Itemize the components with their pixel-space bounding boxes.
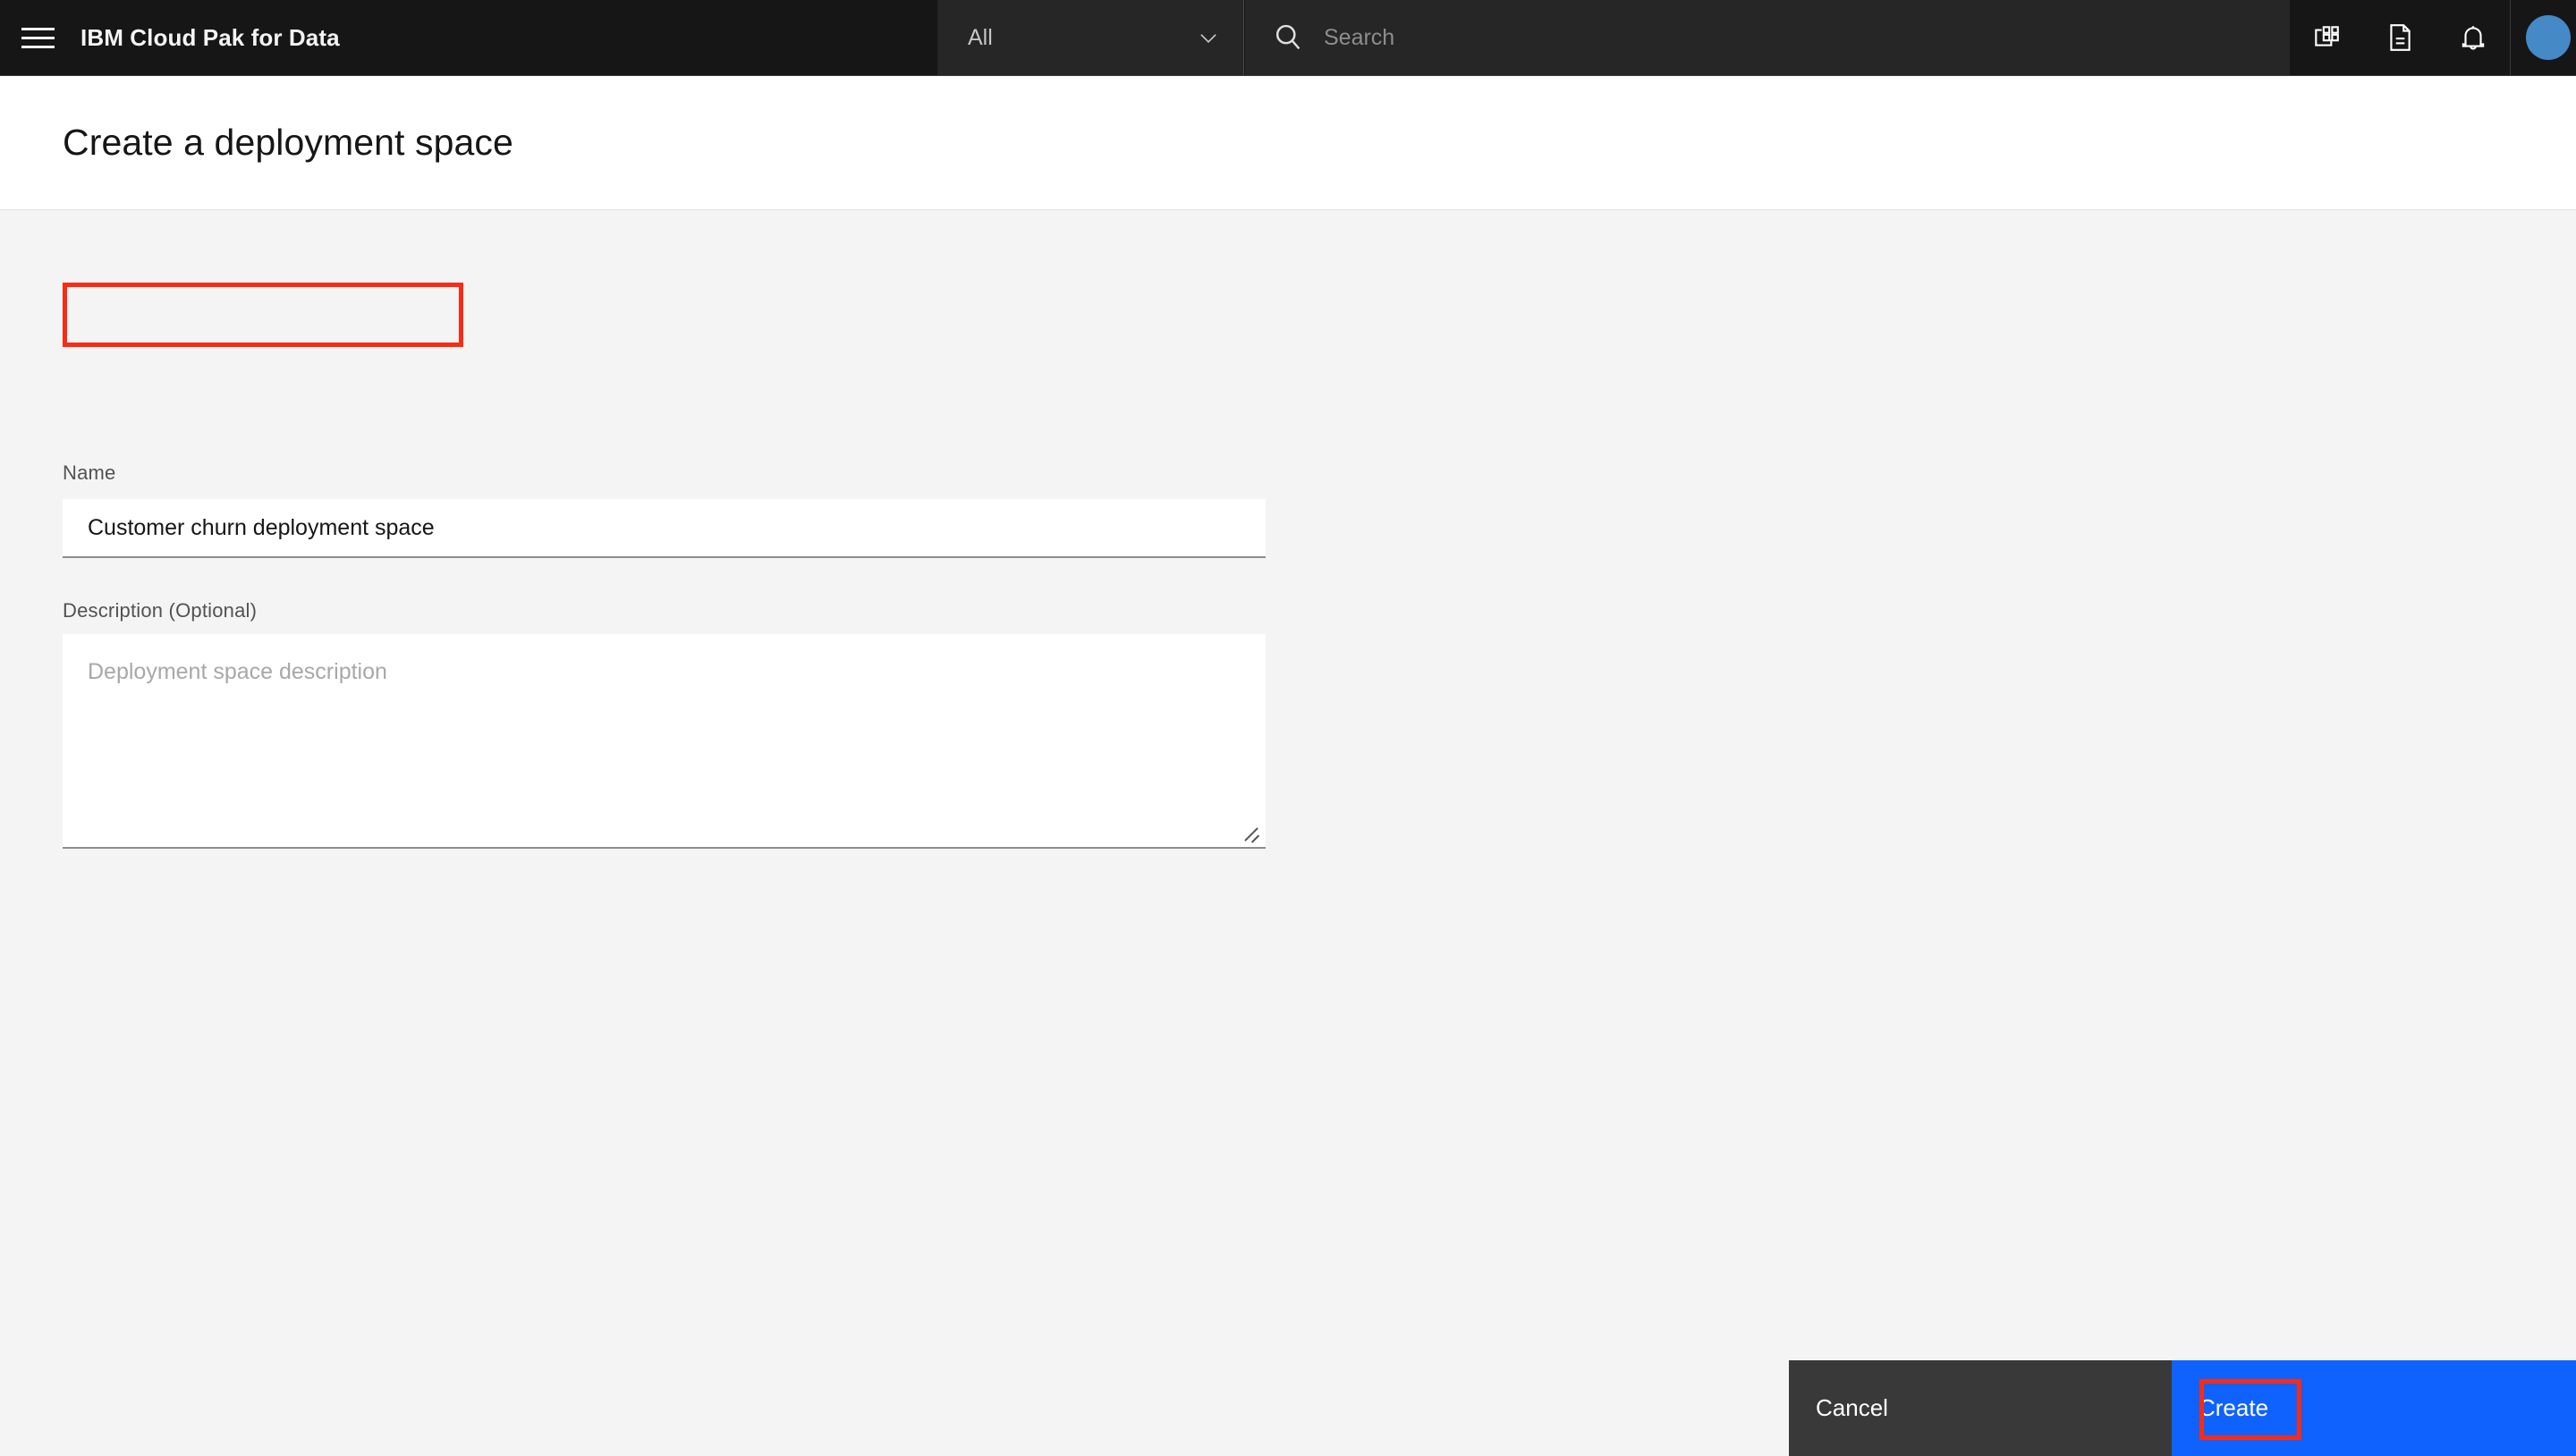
app-switcher-button[interactable] [2290, 0, 2363, 75]
header-action-icons [2290, 0, 2576, 75]
app-switcher-icon [2315, 26, 2339, 47]
name-input[interactable] [63, 499, 1266, 556]
chevron-down-icon [1200, 34, 1216, 44]
search-scope-value: All [968, 24, 993, 50]
document-icon [2390, 24, 2411, 51]
description-field-label: Description (Optional) [63, 599, 258, 622]
search-input[interactable] [1324, 20, 2129, 55]
hamburger-menu-button[interactable] [0, 0, 76, 75]
notifications-button[interactable] [2436, 0, 2510, 75]
name-input-container[interactable] [63, 499, 1266, 558]
hamburger-menu-icon [21, 21, 55, 55]
page-title-band: Create a deployment space [0, 76, 2576, 210]
avatar [2525, 15, 2571, 60]
description-textarea-container[interactable] [63, 634, 1266, 849]
form-action-bar: Cancel Create [0, 1360, 2576, 1456]
docs-button[interactable] [2363, 0, 2436, 75]
description-textarea[interactable] [63, 634, 1266, 847]
create-space-form: Name Description (Optional) [0, 211, 2576, 1360]
name-field-label: Name [63, 461, 116, 484]
create-button[interactable]: Create [2172, 1360, 2576, 1456]
notification-bell-icon [2462, 26, 2485, 50]
global-search-container[interactable] [1245, 0, 2290, 75]
search-icon [1275, 24, 1301, 50]
app-header: IBM Cloud Pak for Data All [0, 0, 2576, 76]
search-scope-dropdown[interactable]: All [937, 0, 1244, 75]
user-avatar-button[interactable] [2510, 0, 2576, 75]
page-title: Create a deployment space [63, 122, 513, 163]
cancel-button[interactable]: Cancel [1789, 1360, 2172, 1456]
brand-title: IBM Cloud Pak for Data [80, 23, 340, 51]
